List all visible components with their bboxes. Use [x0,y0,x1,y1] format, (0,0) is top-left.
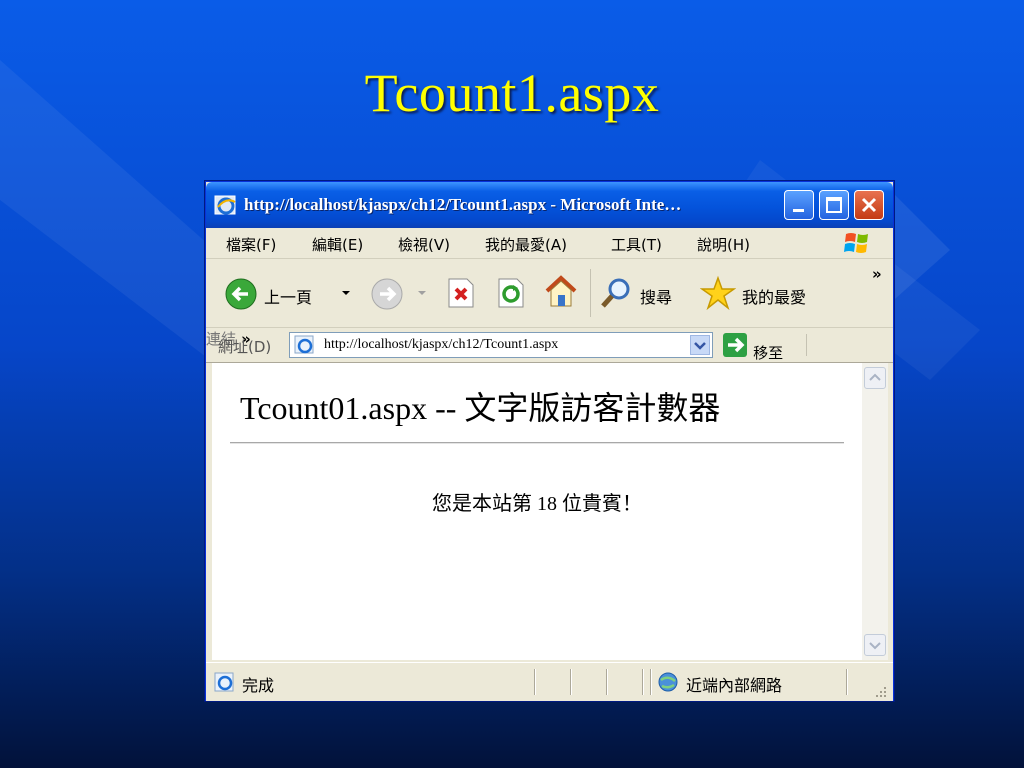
refresh-icon[interactable] [496,277,526,309]
close-button[interactable] [854,190,884,220]
back-dropdown-icon[interactable] [340,287,352,299]
star-icon [699,275,737,311]
title-bar[interactable]: http://localhost/kjaspx/ch12/Tcount1.asp… [206,182,893,228]
menu-file[interactable]: 檔案(F) [226,234,276,255]
scroll-down-button[interactable] [864,634,886,656]
browser-window: http://localhost/kjaspx/ch12/Tcount1.asp… [205,181,894,701]
page-done-icon [214,672,234,692]
chevron-down-icon [694,342,706,350]
search-label: 搜尋 [640,288,673,307]
address-url[interactable]: http://localhost/kjaspx/ch12/Tcount1.asp… [324,337,558,353]
minimize-icon [793,209,804,212]
scroll-up-button[interactable] [864,367,886,389]
menu-favorites[interactable]: 我的最愛(A) [485,234,567,255]
zone-text: 近端內部網路 [686,676,783,695]
page-heading: Tcount01.aspx -- 文字版訪客計數器 [240,390,721,426]
forward-arrow-icon[interactable] [370,277,404,311]
toolbar-overflow-icon[interactable]: » [872,265,882,283]
close-icon [861,197,877,213]
back-button[interactable]: 上一頁 [224,277,334,311]
slide-title: Tcount1.aspx [364,63,660,123]
menu-tools[interactable]: 工具(T) [611,234,662,255]
vertical-scrollbar[interactable] [862,363,888,660]
forward-dropdown-icon[interactable] [416,287,428,299]
resize-grip-icon[interactable] [872,683,888,699]
back-arrow-icon [225,278,257,310]
maximize-icon [826,197,842,213]
maximize-button[interactable] [819,190,849,220]
address-field[interactable]: http://localhost/kjaspx/ch12/Tcount1.asp… [289,332,713,358]
network-zone-icon [658,672,678,692]
search-icon [601,278,630,308]
search-button[interactable]: 搜尋 [598,275,688,311]
go-label: 移至 [753,344,784,362]
menu-edit[interactable]: 編輯(E) [312,234,363,255]
window-title: http://localhost/kjaspx/ch12/Tcount1.asp… [244,195,682,214]
address-dropdown-button[interactable] [690,335,710,355]
favorites-button[interactable]: 我的最愛 [699,275,820,311]
minimize-button[interactable] [784,190,814,220]
visitor-count-message: 您是本站第 18 位貴賓！ [432,493,642,515]
go-button[interactable]: 移至 [722,332,802,362]
go-arrow-icon [723,333,747,357]
chevron-down-icon [869,642,881,650]
back-label: 上一頁 [264,288,313,307]
home-icon[interactable] [542,273,580,311]
page-icon [294,335,314,354]
ie-icon [214,195,236,215]
menu-view[interactable]: 檢視(V) [398,234,450,255]
horizontal-rule [230,442,844,444]
standard-toolbar: 上一頁 搜尋 我的最愛 » [206,259,893,328]
address-label: 網址(D) [218,338,272,356]
status-bar: 完成 近端內部網路 [206,662,893,701]
page-content: Tcount01.aspx -- 文字版訪客計數器 您是本站第 18 位貴賓！ [212,363,862,660]
address-bar: 網址(D) http://localhost/kjaspx/ch12/Tcoun… [206,328,893,363]
chevron-up-icon [869,373,881,381]
menu-help[interactable]: 說明(H) [697,234,750,255]
status-text: 完成 [242,676,275,695]
windows-logo-icon [844,233,868,253]
stop-icon[interactable] [446,277,476,309]
menu-bar: 檔案(F) 編輯(E) 檢視(V) 我的最愛(A) 工具(T) 說明(H) [206,228,893,259]
favorites-label: 我的最愛 [742,288,807,307]
